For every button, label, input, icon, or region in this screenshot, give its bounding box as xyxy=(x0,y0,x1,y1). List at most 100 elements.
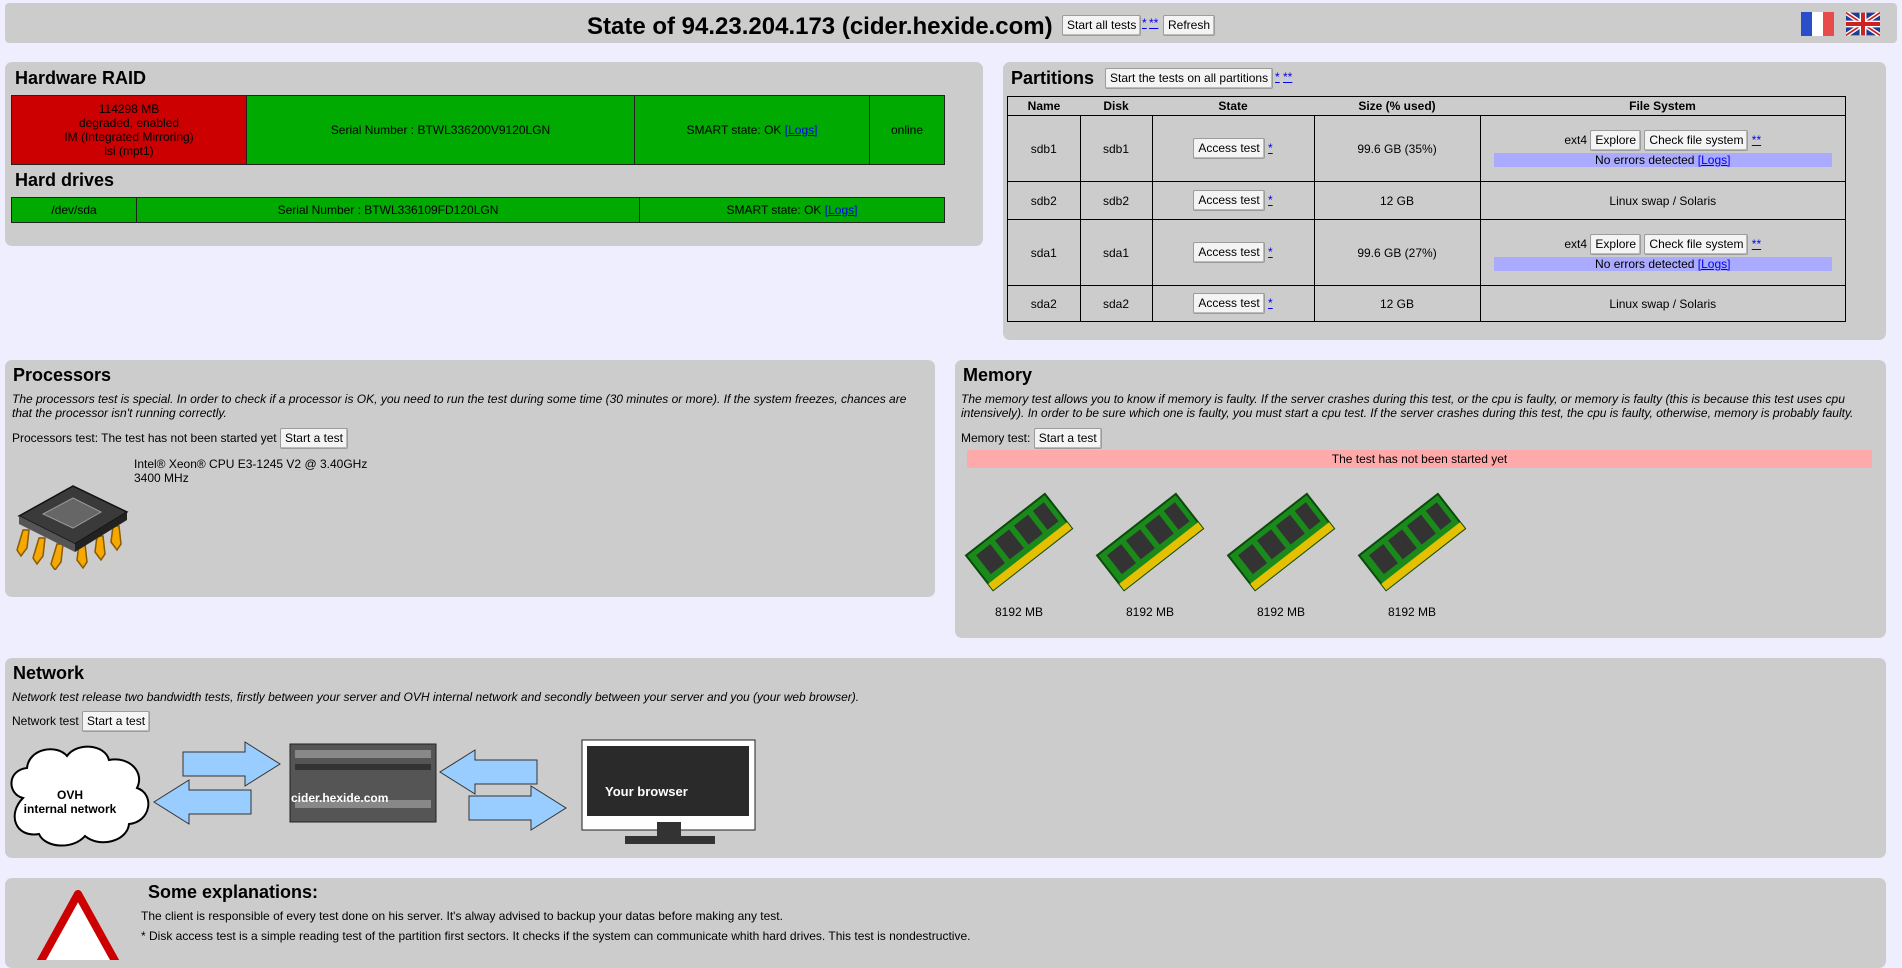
raid-table: 114298 MB degraded, enabled IM (Integrat… xyxy=(11,95,945,165)
memory-panel: Memory The memory test allows you to kno… xyxy=(955,360,1886,638)
fs-logs-link[interactable]: [Logs] xyxy=(1698,257,1731,271)
processors-heading: Processors xyxy=(13,365,112,385)
raid-size: 114298 MB xyxy=(98,102,160,116)
fs-status: No errors detected xyxy=(1595,257,1695,271)
partition-disk: sdb2 xyxy=(1079,181,1153,220)
page-title: State of 94.23.204.173 (cider.hexide.com… xyxy=(587,13,1053,40)
ram-module-icon xyxy=(964,492,1074,592)
raid-heading: Hardware RAID xyxy=(15,68,147,88)
drive-logs-link[interactable]: [Logs] xyxy=(825,203,858,217)
access-test-button[interactable]: Access test xyxy=(1193,190,1265,211)
fs-status-bar: No errors detected [Logs] xyxy=(1493,153,1832,167)
memory-module-size: 8192 MB xyxy=(994,605,1044,619)
drive-smart-cell: SMART state: OK [Logs] xyxy=(639,197,945,223)
fs-type: ext4 xyxy=(1564,133,1588,147)
partitions-heading: Partitions xyxy=(1011,68,1095,88)
partition-disk: sda2 xyxy=(1079,285,1153,322)
drive-serial-cell: Serial Number : BTWL336109FD120LGN xyxy=(136,197,640,223)
fs-logs-link[interactable]: [Logs] xyxy=(1698,153,1731,167)
arrow-left-icon xyxy=(153,779,252,825)
table-row: sdb2 sdb2 Access test * 12 GB Linux swap… xyxy=(1007,181,1846,220)
table-row: sda1 sda1 Access test * 99.6 GB (27%) ex… xyxy=(1007,219,1846,286)
col-filesystem: File System xyxy=(1629,99,1696,113)
fs-status: No errors detected xyxy=(1595,153,1695,167)
memory-module: 8192 MB xyxy=(959,482,1079,619)
access-test-star-link[interactable]: * xyxy=(1268,245,1273,259)
memory-note: The memory test allows you to know if me… xyxy=(961,392,1854,420)
start-network-test-button[interactable]: Start a test xyxy=(82,711,151,732)
memory-module: 8192 MB xyxy=(1090,482,1210,619)
partition-size: 12 GB xyxy=(1313,181,1481,220)
ram-module-icon xyxy=(1226,492,1336,592)
browser-label: Your browser xyxy=(605,784,688,799)
explore-button[interactable]: Explore xyxy=(1590,130,1642,151)
french-flag-icon[interactable] xyxy=(1801,12,1834,36)
memory-test-status: The test has not been started yet xyxy=(967,450,1872,468)
refresh-button[interactable]: Refresh xyxy=(1163,15,1216,36)
access-test-star-link[interactable]: * xyxy=(1268,141,1273,155)
network-test-label: Network test xyxy=(12,714,79,728)
cpu-model: Intel® Xeon® CPU E3-1245 V2 @ 3.40GHz xyxy=(134,457,368,471)
access-test-star-link[interactable]: * xyxy=(1268,296,1273,310)
cloud-label-line1: OVH xyxy=(56,788,83,802)
partition-fs: Linux swap / Solaris xyxy=(1479,285,1846,322)
explanations-line-2: * Disk access test is a simple reading t… xyxy=(141,929,971,943)
partition-state: Access test * xyxy=(1151,219,1315,286)
start-all-tests-button[interactable]: Start all tests xyxy=(1062,15,1142,36)
start-memory-test-button[interactable]: Start a test xyxy=(1033,428,1102,449)
arrow-left-icon xyxy=(439,749,538,795)
server-label: cider.hexide.com xyxy=(291,791,389,805)
processors-test-row: Processors test: The test has not been s… xyxy=(12,428,348,449)
fs-type: ext4 xyxy=(1564,237,1588,251)
start-processor-test-button[interactable]: Start a test xyxy=(279,428,348,449)
uk-flag-icon[interactable] xyxy=(1846,12,1880,36)
hard-drives-table: /dev/sda Serial Number : BTWL336109FD120… xyxy=(11,197,945,223)
raid-panel: Hardware RAID 114298 MB degraded, enable… xyxy=(5,62,983,246)
partitions-double-star-link[interactable]: ** xyxy=(1283,70,1292,84)
raid-mode: IM (Integrated Mirroring) xyxy=(64,130,194,144)
partition-disk: sda1 xyxy=(1079,219,1153,286)
explanations-line-1: The client is responsible of every test … xyxy=(141,909,783,923)
check-fs-button[interactable]: Check file system xyxy=(1644,130,1749,151)
col-state: State xyxy=(1218,99,1248,113)
col-size: Size (% used) xyxy=(1358,99,1436,113)
check-fs-star-link[interactable]: ** xyxy=(1752,133,1761,147)
network-heading: Network xyxy=(13,663,85,683)
partition-fs: ext4 Explore Check file system ** No err… xyxy=(1479,219,1846,286)
raid-status-cell: 114298 MB degraded, enabled IM (Integrat… xyxy=(11,95,247,165)
check-fs-star-link[interactable]: ** xyxy=(1752,237,1761,251)
partition-fs: ext4 Explore Check file system ** No err… xyxy=(1479,115,1846,182)
start-all-double-star-link[interactable]: ** xyxy=(1149,16,1158,30)
cloud-label: OVH internal network xyxy=(10,788,130,816)
drive-device-cell: /dev/sda xyxy=(11,197,137,223)
raid-online-cell: online xyxy=(869,95,945,165)
raid-state: degraded, enabled xyxy=(78,116,180,130)
partitions-table: Name Disk State Size (% used) File Syste… xyxy=(1007,96,1846,322)
access-test-star-link[interactable]: * xyxy=(1268,193,1273,207)
start-all-star-link[interactable]: * xyxy=(1142,16,1147,30)
memory-module-size: 8192 MB xyxy=(1125,605,1175,619)
raid-controller: lsi (mpt1) xyxy=(104,144,154,158)
cloud-label-line2: internal network xyxy=(23,802,117,816)
partition-size: 99.6 GB (35%) xyxy=(1313,115,1481,182)
cpu-chip-icon xyxy=(16,485,129,570)
access-test-button[interactable]: Access test xyxy=(1193,138,1265,159)
access-test-button[interactable]: Access test xyxy=(1193,242,1265,263)
partition-size: 99.6 GB (27%) xyxy=(1313,219,1481,286)
memory-module-size: 8192 MB xyxy=(1256,605,1306,619)
warning-triangle-icon xyxy=(36,890,120,960)
start-partition-tests-button[interactable]: Start the tests on all partitions xyxy=(1105,68,1274,89)
network-test-row: Network test Start a test xyxy=(12,711,151,732)
network-note: Network test release two bandwidth tests… xyxy=(12,690,860,704)
partition-state: Access test * xyxy=(1151,285,1315,322)
check-fs-button[interactable]: Check file system xyxy=(1644,234,1749,255)
processors-test-status: Processors test: The test has not been s… xyxy=(12,431,277,445)
table-row: sdb1 sdb1 Access test * 99.6 GB (35%) ex… xyxy=(1007,115,1846,182)
explore-button[interactable]: Explore xyxy=(1590,234,1642,255)
col-disk: Disk xyxy=(1103,99,1129,113)
network-panel: Network Network test release two bandwid… xyxy=(5,658,1886,858)
access-test-button[interactable]: Access test xyxy=(1193,293,1265,314)
raid-smart-cell: SMART state: OK [Logs] xyxy=(634,95,870,165)
partitions-star-link[interactable]: * xyxy=(1275,70,1280,84)
raid-logs-link[interactable]: [Logs] xyxy=(785,123,818,137)
